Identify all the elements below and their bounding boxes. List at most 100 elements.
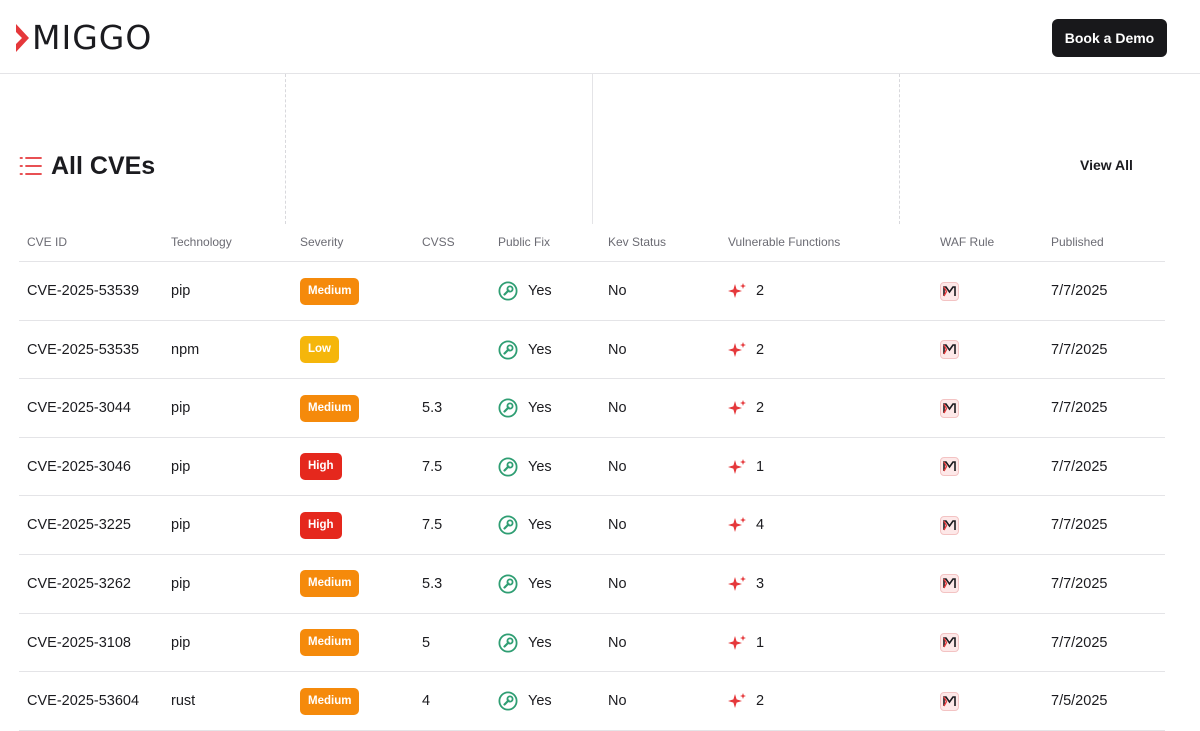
severity-cell: Medium (300, 379, 360, 437)
vulnerable-functions-cell[interactable]: 4 (728, 496, 764, 554)
technology-cell: pip (171, 262, 190, 320)
technology: pip (171, 400, 191, 417)
cve-id[interactable]: CVE-2025-3046 (27, 459, 131, 475)
published-date: 7/5/2025 (1051, 693, 1108, 710)
vulnerable-functions-count: 3 (756, 575, 765, 592)
page-title: All CVEs (51, 151, 156, 180)
table-row[interactable]: CVE-2025-53604 rust Medium 4 Yes No 2 7/… (19, 672, 1165, 731)
wrench-check-icon (498, 398, 518, 418)
table-row[interactable]: CVE-2025-3108 pip Medium 5 Yes No 1 7/7/… (19, 614, 1165, 673)
wrench-check-icon (498, 457, 518, 477)
cve-id-cell[interactable]: CVE-2025-3262 (27, 555, 131, 613)
vulnerable-functions-cell[interactable]: 2 (728, 321, 764, 379)
public-fix-cell: Yes (498, 555, 552, 613)
table-body: CVE-2025-53539 pip Medium Yes No 2 7/7/2… (19, 262, 1165, 731)
cve-id-cell[interactable]: CVE-2025-53539 (27, 262, 139, 320)
miggo-m-icon[interactable] (940, 457, 959, 477)
column-header-severity[interactable]: Severity (300, 235, 343, 249)
cve-id-cell[interactable]: CVE-2025-3108 (27, 614, 131, 672)
cve-id[interactable]: CVE-2025-3225 (27, 517, 131, 533)
column-header-kev-status[interactable]: Kev Status (608, 235, 666, 249)
table-row[interactable]: CVE-2025-3225 pip High 7.5 Yes No 4 7/7/… (19, 496, 1165, 555)
kev-status: No (608, 400, 627, 417)
miggo-logo[interactable]: MIGGO (16, 21, 152, 54)
column-header-cvss[interactable]: CVSS (422, 235, 455, 249)
column-header-cve-id[interactable]: CVE ID (27, 235, 67, 249)
divider (592, 74, 593, 224)
miggo-m-icon[interactable] (940, 340, 959, 360)
table-row[interactable]: CVE-2025-3262 pip Medium 5.3 Yes No 3 7/… (19, 555, 1165, 614)
technology-cell: pip (171, 614, 190, 672)
waf-rule-cell[interactable] (940, 379, 959, 437)
vulnerable-functions-cell[interactable]: 2 (728, 379, 764, 437)
cve-id-cell[interactable]: CVE-2025-3225 (27, 496, 131, 554)
cve-id-cell[interactable]: CVE-2025-3044 (27, 379, 131, 437)
kev-status: No (608, 634, 627, 651)
technology: pip (171, 458, 191, 475)
table-row[interactable]: CVE-2025-53535 npm Low Yes No 2 7/7/2025 (19, 321, 1165, 380)
cvss-cell: 4 (422, 672, 430, 730)
cve-id[interactable]: CVE-2025-53539 (27, 283, 139, 299)
column-header-waf-rule[interactable]: WAF Rule (940, 235, 994, 249)
vulnerable-functions-cell[interactable]: 2 (728, 262, 764, 320)
vulnerable-functions-count: 1 (756, 458, 765, 475)
vulnerable-functions-cell[interactable]: 1 (728, 614, 764, 672)
waf-rule-cell[interactable] (940, 496, 959, 554)
sparkle-icon (728, 575, 746, 591)
cve-id[interactable]: CVE-2025-53535 (27, 342, 139, 358)
column-header-technology[interactable]: Technology (171, 235, 232, 249)
cve-id[interactable]: CVE-2025-53604 (27, 693, 139, 709)
column-header-public-fix[interactable]: Public Fix (498, 235, 550, 249)
wrench-check-icon (498, 281, 518, 301)
sparkle-icon (728, 634, 746, 650)
table-row[interactable]: CVE-2025-3044 pip Medium 5.3 Yes No 2 7/… (19, 379, 1165, 438)
severity-badge: Medium (300, 277, 360, 305)
kev-status: No (608, 517, 627, 534)
vulnerable-functions-cell[interactable]: 3 (728, 555, 764, 613)
miggo-m-icon[interactable] (940, 691, 959, 711)
waf-rule-cell[interactable] (940, 262, 959, 320)
waf-rule-cell[interactable] (940, 321, 959, 379)
column-header-published[interactable]: Published (1051, 235, 1104, 249)
book-demo-button[interactable]: Book a Demo (1052, 19, 1167, 57)
waf-rule-cell[interactable] (940, 438, 959, 496)
cvss-score: 7.5 (422, 458, 443, 475)
miggo-m-icon[interactable] (940, 281, 959, 301)
severity-badge: Low (300, 336, 339, 364)
cve-id[interactable]: CVE-2025-3108 (27, 635, 131, 651)
miggo-m-icon[interactable] (940, 633, 959, 653)
vulnerable-functions-cell[interactable]: 2 (728, 672, 764, 730)
wrench-check-icon (498, 340, 518, 360)
miggo-m-icon[interactable] (940, 398, 959, 418)
cve-id-cell[interactable]: CVE-2025-3046 (27, 438, 131, 496)
public-fix-value: Yes (528, 458, 552, 475)
published-date: 7/7/2025 (1051, 341, 1108, 358)
cve-id-cell[interactable]: CVE-2025-53604 (27, 672, 139, 730)
technology-cell: pip (171, 379, 190, 437)
severity-cell: Medium (300, 555, 360, 613)
table-header: CVE ID Technology Severity CVSS Public F… (19, 222, 1165, 262)
severity-cell: High (300, 438, 342, 496)
cvss-score: 7.5 (422, 517, 443, 534)
public-fix-cell: Yes (498, 614, 552, 672)
cve-id-cell[interactable]: CVE-2025-53535 (27, 321, 139, 379)
technology-cell: pip (171, 438, 190, 496)
cvss-score: 5.3 (422, 575, 443, 592)
waf-rule-cell[interactable] (940, 555, 959, 613)
miggo-m-icon[interactable] (940, 515, 959, 535)
waf-rule-cell[interactable] (940, 672, 959, 730)
cve-id[interactable]: CVE-2025-3262 (27, 576, 131, 592)
miggo-m-icon[interactable] (940, 574, 959, 594)
vulnerable-functions-cell[interactable]: 1 (728, 438, 764, 496)
public-fix-value: Yes (528, 693, 552, 710)
sparkle-icon (728, 283, 746, 298)
cve-id[interactable]: CVE-2025-3044 (27, 400, 131, 416)
view-all-link[interactable]: View All (1080, 157, 1133, 173)
table-row[interactable]: CVE-2025-53539 pip Medium Yes No 2 7/7/2… (19, 262, 1165, 321)
vulnerable-functions-count: 4 (756, 517, 765, 534)
table-row[interactable]: CVE-2025-3046 pip High 7.5 Yes No 1 7/7/… (19, 438, 1165, 497)
cvss-cell: 7.5 (422, 496, 442, 554)
published-cell: 7/7/2025 (1051, 379, 1107, 437)
column-header-vulnerable-functions[interactable]: Vulnerable Functions (728, 235, 840, 249)
waf-rule-cell[interactable] (940, 614, 959, 672)
